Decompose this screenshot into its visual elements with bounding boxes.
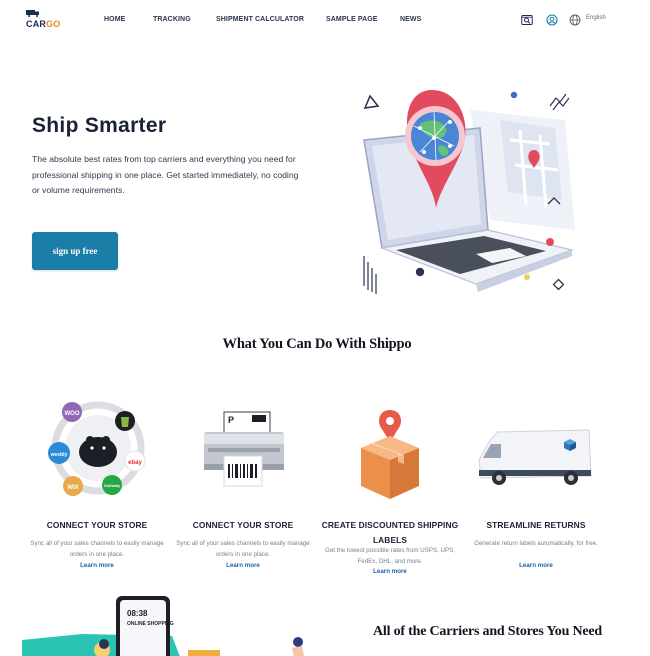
nav-shipment-calculator[interactable]: SHIPMENT CALCULATOR xyxy=(216,16,304,23)
user-icon[interactable] xyxy=(546,14,558,26)
nav-tracking[interactable]: TRACKING xyxy=(153,16,191,23)
search-image-icon[interactable] xyxy=(521,14,533,26)
online-shopping-illustration: 08:38 ONLINE SHOPPING xyxy=(22,596,304,656)
zigzag-decoration xyxy=(549,93,570,111)
diamond-decoration xyxy=(552,278,565,291)
svg-text:GoDaddy: GoDaddy xyxy=(104,484,120,488)
feature-description: Sync all of your sales channels to easil… xyxy=(30,540,164,558)
feature-title: CONNECT YOUR STORE xyxy=(192,520,294,530)
learn-more-link[interactable]: Learn more xyxy=(461,562,611,569)
feature-title: CREATE DISCOUNTED SHIPPING LABELS xyxy=(321,520,459,545)
globe-icon[interactable] xyxy=(569,14,581,26)
svg-text:WIX: WIX xyxy=(67,485,78,491)
laptop-map-illustration xyxy=(363,90,575,294)
label-printer-illustration: P xyxy=(204,411,284,487)
red-dot-decoration xyxy=(546,238,554,246)
feature-title: CONNECT YOUR STORE xyxy=(46,520,148,530)
truck-logo-icon xyxy=(26,10,39,17)
feature-description: Generate return labels automatically, fo… xyxy=(474,540,598,547)
nav-home[interactable]: HOME xyxy=(104,16,125,23)
learn-more-link[interactable]: Learn more xyxy=(315,568,465,575)
svg-text:P: P xyxy=(228,415,234,425)
bars-decoration xyxy=(363,256,377,294)
language-selector[interactable]: English xyxy=(586,15,606,21)
site-header: CARGO HOME TRACKING SHIPMENT CALCULATOR … xyxy=(0,0,650,44)
svg-text:ONLINE SHOPPING: ONLINE SHOPPING xyxy=(127,621,174,627)
nav-sample-page[interactable]: SAMPLE PAGE xyxy=(326,16,378,23)
signup-button[interactable]: sign up free xyxy=(32,232,118,270)
blue-dot-decoration xyxy=(510,91,518,99)
section-title: What You Can Do With Shippo xyxy=(222,336,412,352)
svg-text:weebly: weebly xyxy=(50,452,68,458)
svg-text:ebay: ebay xyxy=(128,460,142,466)
cargo-logo[interactable]: CARGO xyxy=(26,10,66,32)
feature-description: Get the lowest possible rates from USPS,… xyxy=(325,547,455,565)
learn-more-link[interactable]: Learn more xyxy=(168,562,318,569)
hippo-logo-icon xyxy=(79,437,117,467)
feature-description: Sync all of your sales channels to easil… xyxy=(176,540,310,558)
hero-description: The absolute best rates from top carrier… xyxy=(32,154,299,195)
hero-title: Ship Smarter xyxy=(32,114,167,137)
package-pin-illustration xyxy=(361,410,419,499)
feature-title: STREAMLINE RETURNS xyxy=(486,520,586,530)
store-integrations-illustration: WOO weebly WIX ebay GoDaddy xyxy=(48,401,146,496)
svg-text:WOO: WOO xyxy=(65,411,80,417)
triangle-decoration xyxy=(363,94,380,110)
svg-text:08:38: 08:38 xyxy=(127,609,148,618)
box-icon xyxy=(361,436,419,499)
delivery-van-illustration xyxy=(478,429,592,485)
yellow-dot-decoration xyxy=(524,274,530,280)
dark-dot-decoration xyxy=(415,267,425,277)
carriers-section-title: All of the Carriers and Stores You Need xyxy=(373,624,603,639)
nav-news[interactable]: NEWS xyxy=(400,16,421,23)
logo-wordmark: CARGO xyxy=(26,19,61,29)
learn-more-link[interactable]: Learn more xyxy=(22,562,172,569)
